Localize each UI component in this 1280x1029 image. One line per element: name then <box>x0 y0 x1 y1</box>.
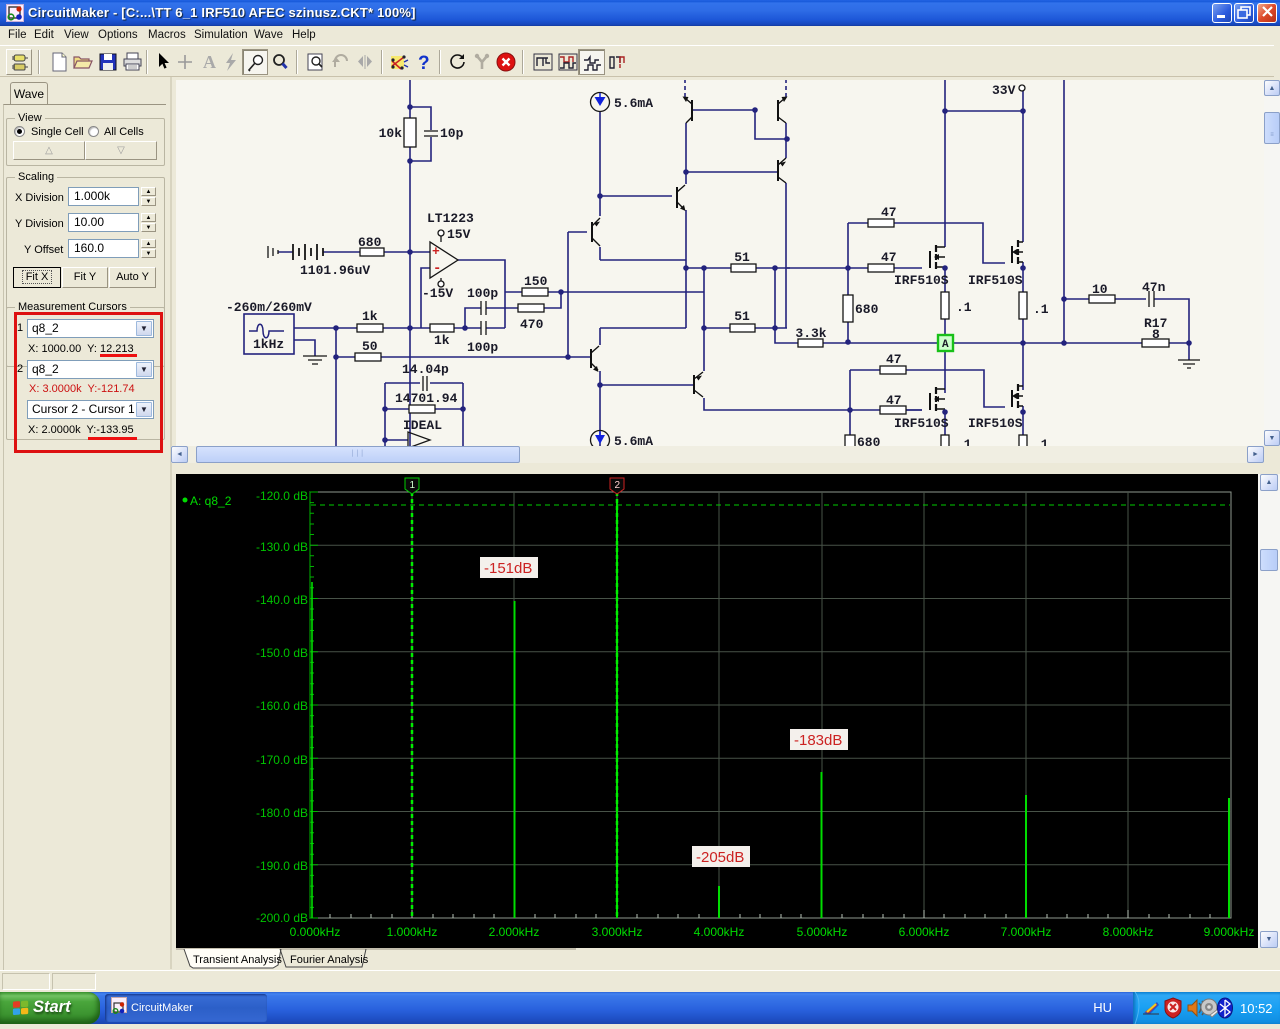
svg-text:10: 10 <box>1092 282 1108 297</box>
svg-text:5.6mA: 5.6mA <box>614 434 653 446</box>
svg-text:14701.94: 14701.94 <box>395 391 458 406</box>
svg-text:47: 47 <box>886 352 902 367</box>
svg-text:-205dB: -205dB <box>696 849 744 866</box>
svg-text:A: q8_2: A: q8_2 <box>190 494 232 508</box>
svg-text:5.000kHz: 5.000kHz <box>797 925 848 939</box>
svg-text:-130.0 dB: -130.0 dB <box>256 540 308 554</box>
svg-text:-120.0 dB: -120.0 dB <box>256 489 308 503</box>
svg-text:A: A <box>203 52 216 72</box>
svg-text:-140.0 dB: -140.0 dB <box>256 593 308 607</box>
svg-text:47: 47 <box>881 205 897 220</box>
svg-text:33V: 33V <box>992 83 1016 98</box>
svg-text:.1: .1 <box>956 437 972 446</box>
svg-text:.1: .1 <box>1033 437 1049 446</box>
svg-text:1101.96uV: 1101.96uV <box>300 263 370 278</box>
svg-text:8.000kHz: 8.000kHz <box>1103 925 1154 939</box>
svg-text:-160.0 dB: -160.0 dB <box>256 699 308 713</box>
svg-text:Transient Analysis: Transient Analysis <box>193 954 282 966</box>
svg-text:10k: 10k <box>379 126 403 141</box>
svg-text:-200.0 dB: -200.0 dB <box>256 911 308 925</box>
svg-text:-180.0 dB: -180.0 dB <box>256 806 308 820</box>
svg-text:-151dB: -151dB <box>484 560 532 577</box>
svg-text:.1: .1 <box>1033 302 1049 317</box>
svg-text:1.000kHz: 1.000kHz <box>387 925 438 939</box>
svg-text:150: 150 <box>524 274 548 289</box>
svg-text:6.000kHz: 6.000kHz <box>899 925 950 939</box>
svg-text:15V: 15V <box>447 227 471 242</box>
svg-text:51: 51 <box>734 309 750 324</box>
svg-text:IRF510S: IRF510S <box>894 273 949 288</box>
svg-text:-260m/260mV: -260m/260mV <box>226 300 312 315</box>
svg-text:10p: 10p <box>440 126 464 141</box>
svg-text:0.000kHz: 0.000kHz <box>290 925 341 939</box>
svg-text:10:52: 10:52 <box>1240 1001 1273 1016</box>
svg-text:470: 470 <box>520 317 544 332</box>
svg-text:1kHz: 1kHz <box>253 337 284 352</box>
svg-text:Fourier Analysis: Fourier Analysis <box>290 954 369 966</box>
svg-text:+: + <box>432 244 440 259</box>
svg-text:9.000kHz: 9.000kHz <box>1204 925 1255 939</box>
svg-text:IRF510S: IRF510S <box>968 416 1023 431</box>
svg-text:1k: 1k <box>434 333 450 348</box>
svg-text:680: 680 <box>358 235 382 250</box>
svg-text:1: 1 <box>410 480 416 491</box>
svg-text:47: 47 <box>886 393 902 408</box>
svg-text:7.000kHz: 7.000kHz <box>1001 925 1052 939</box>
svg-text:8: 8 <box>1152 327 1160 342</box>
svg-text:-: - <box>433 261 441 277</box>
svg-text:4.000kHz: 4.000kHz <box>694 925 745 939</box>
svg-text:51: 51 <box>734 250 750 265</box>
svg-text:A: A <box>942 339 949 351</box>
svg-text:2: 2 <box>615 480 621 491</box>
svg-text:100p: 100p <box>467 286 498 301</box>
svg-text:680: 680 <box>857 435 881 446</box>
svg-text:14.04p: 14.04p <box>402 362 449 377</box>
svg-text:-183dB: -183dB <box>794 732 842 749</box>
svg-text:2.000kHz: 2.000kHz <box>489 925 540 939</box>
svg-text:100p: 100p <box>467 340 498 355</box>
svg-text:3.3k: 3.3k <box>795 326 826 341</box>
svg-text:-190.0 dB: -190.0 dB <box>256 859 308 873</box>
svg-text:47: 47 <box>881 250 897 265</box>
svg-text:.1: .1 <box>956 300 972 315</box>
svg-text:-15V: -15V <box>422 286 453 301</box>
svg-text:-150.0 dB: -150.0 dB <box>256 646 308 660</box>
svg-text:IDEAL: IDEAL <box>403 418 442 433</box>
svg-text:47n: 47n <box>1142 280 1166 295</box>
svg-text:?: ? <box>418 53 430 72</box>
svg-text:IRF510S: IRF510S <box>968 273 1023 288</box>
svg-text:3.000kHz: 3.000kHz <box>592 925 643 939</box>
svg-text:50: 50 <box>362 339 378 354</box>
svg-text:5.6mA: 5.6mA <box>614 96 653 111</box>
svg-text:-170.0 dB: -170.0 dB <box>256 753 308 767</box>
svg-text:IRF510S: IRF510S <box>894 416 949 431</box>
svg-text:680: 680 <box>855 302 879 317</box>
svg-text:1k: 1k <box>362 309 378 324</box>
svg-text:LT1223: LT1223 <box>427 211 474 226</box>
